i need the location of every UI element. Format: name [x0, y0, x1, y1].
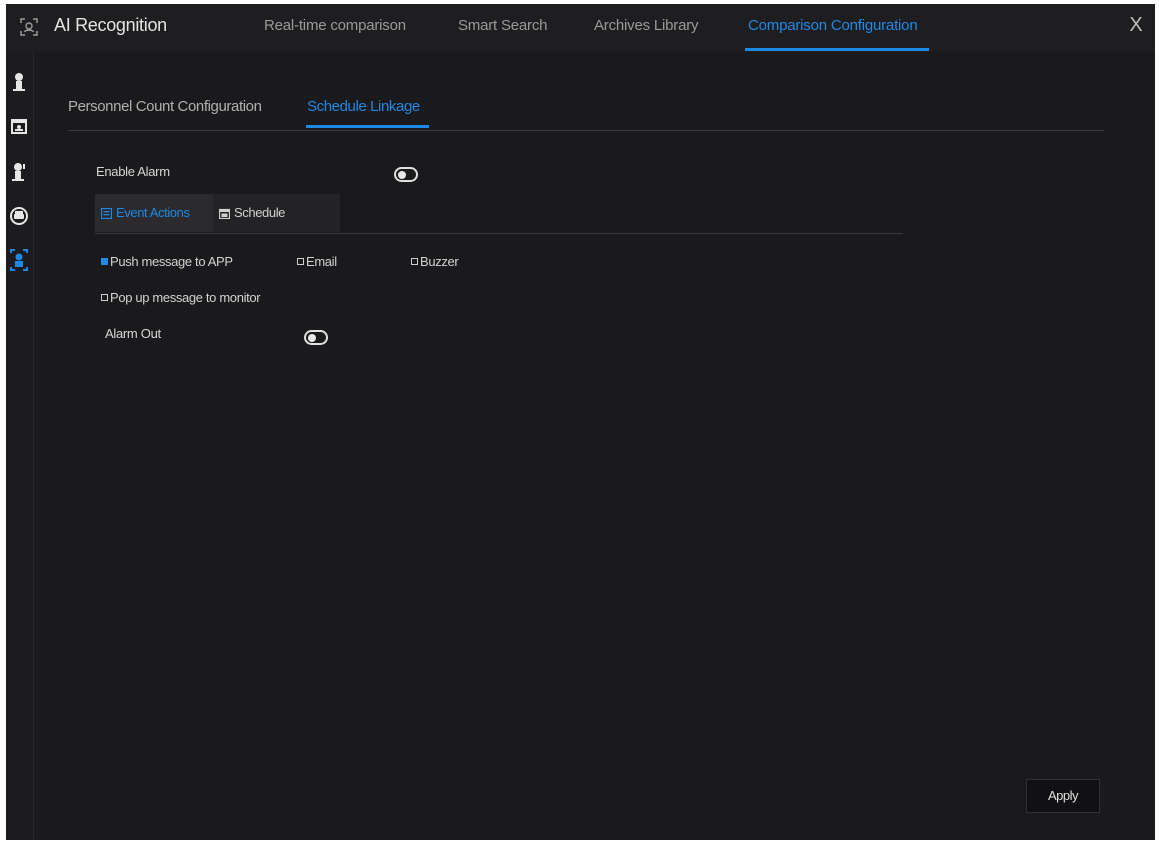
person-icon[interactable] — [9, 70, 29, 94]
alarm-out-toggle[interactable] — [304, 330, 328, 345]
tab-smart-search[interactable]: Smart Search — [458, 17, 548, 34]
checkbox-box — [101, 294, 108, 301]
popup-monitor-label: Pop up message to monitor — [110, 290, 261, 305]
inner-tab-bar: Event Actions Schedule — [95, 194, 340, 232]
tab-event-actions[interactable]: Event Actions — [95, 194, 213, 232]
title-bar: AI Recognition Real-time comparison Smar… — [6, 4, 1155, 52]
tab-schedule-label: Schedule — [234, 205, 286, 220]
app-title: AI Recognition — [54, 15, 167, 35]
vehicle-icon[interactable] — [9, 204, 29, 228]
checkbox-box — [411, 258, 418, 265]
toggle-knob — [398, 170, 406, 179]
alarm-out-label: Alarm Out — [105, 326, 161, 341]
toggle-knob — [308, 333, 316, 342]
close-button[interactable]: X — [1124, 13, 1148, 37]
subtab-divider — [68, 130, 1104, 131]
subtab-personnel-count-configuration[interactable]: Personnel Count Configuration — [68, 98, 262, 115]
main-panel: Personnel Count Configuration Schedule L… — [34, 52, 1155, 840]
checkbox-box — [297, 258, 304, 265]
tab-event-actions-label: Event Actions — [116, 205, 190, 220]
id-card-icon[interactable] — [9, 114, 29, 138]
calendar-icon — [218, 208, 231, 220]
apply-button[interactable]: Apply — [1026, 779, 1100, 813]
buzzer-checkbox[interactable]: Buzzer — [411, 254, 459, 269]
active-subtab-indicator — [306, 125, 429, 128]
face-scan-icon — [20, 18, 38, 36]
person-count-icon[interactable] — [9, 160, 29, 184]
app-window: AI Recognition Real-time comparison Smar… — [6, 4, 1155, 840]
tab-schedule[interactable]: Schedule — [213, 194, 340, 232]
event-actions-icon — [100, 207, 113, 220]
push-message-app-checkbox[interactable]: Push message to APP — [101, 254, 233, 269]
popup-monitor-checkbox[interactable]: Pop up message to monitor — [101, 290, 261, 305]
push-message-app-label: Push message to APP — [110, 254, 233, 269]
active-tab-indicator — [745, 48, 929, 51]
enable-alarm-label: Enable Alarm — [96, 164, 170, 179]
enable-alarm-toggle[interactable] — [394, 167, 418, 182]
buzzer-label: Buzzer — [420, 254, 459, 269]
tab-archives-library[interactable]: Archives Library — [594, 17, 699, 34]
comparison-config-icon[interactable] — [9, 248, 29, 272]
email-checkbox[interactable]: Email — [297, 254, 337, 269]
inner-tab-divider — [95, 233, 903, 234]
tab-comparison-configuration[interactable]: Comparison Configuration — [748, 17, 918, 34]
email-label: Email — [306, 254, 337, 269]
sidebar — [6, 52, 34, 840]
tab-real-time-comparison[interactable]: Real-time comparison — [264, 17, 406, 34]
subtab-schedule-linkage[interactable]: Schedule Linkage — [307, 98, 420, 115]
checkbox-box — [101, 258, 108, 265]
